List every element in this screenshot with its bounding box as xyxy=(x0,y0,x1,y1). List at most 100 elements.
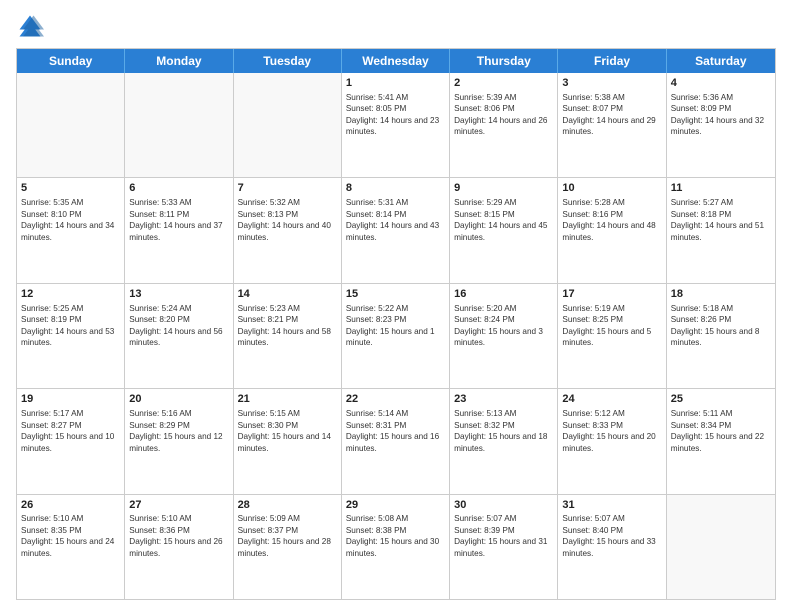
cal-cell-1-3: 8Sunrise: 5:31 AMSunset: 8:14 PMDaylight… xyxy=(342,178,450,282)
cal-cell-4-1: 27Sunrise: 5:10 AMSunset: 8:36 PMDayligh… xyxy=(125,495,233,599)
cal-cell-3-1: 20Sunrise: 5:16 AMSunset: 8:29 PMDayligh… xyxy=(125,389,233,493)
cell-info: Sunrise: 5:18 AMSunset: 8:26 PMDaylight:… xyxy=(671,303,771,349)
day-number: 14 xyxy=(238,287,337,302)
cal-cell-3-4: 23Sunrise: 5:13 AMSunset: 8:32 PMDayligh… xyxy=(450,389,558,493)
day-number: 17 xyxy=(562,287,661,302)
cal-header-saturday: Saturday xyxy=(667,49,775,73)
cell-info: Sunrise: 5:10 AMSunset: 8:36 PMDaylight:… xyxy=(129,513,228,559)
day-number: 5 xyxy=(21,181,120,196)
cal-cell-1-2: 7Sunrise: 5:32 AMSunset: 8:13 PMDaylight… xyxy=(234,178,342,282)
cal-cell-2-4: 16Sunrise: 5:20 AMSunset: 8:24 PMDayligh… xyxy=(450,284,558,388)
cell-info: Sunrise: 5:27 AMSunset: 8:18 PMDaylight:… xyxy=(671,197,771,243)
cell-info: Sunrise: 5:22 AMSunset: 8:23 PMDaylight:… xyxy=(346,303,445,349)
cal-cell-0-0 xyxy=(17,73,125,177)
day-number: 7 xyxy=(238,181,337,196)
cell-info: Sunrise: 5:13 AMSunset: 8:32 PMDaylight:… xyxy=(454,408,553,454)
day-number: 23 xyxy=(454,392,553,407)
cal-cell-0-1 xyxy=(125,73,233,177)
cell-info: Sunrise: 5:41 AMSunset: 8:05 PMDaylight:… xyxy=(346,92,445,138)
cal-header-wednesday: Wednesday xyxy=(342,49,450,73)
logo-icon xyxy=(16,12,44,40)
day-number: 2 xyxy=(454,76,553,91)
cal-cell-0-3: 1Sunrise: 5:41 AMSunset: 8:05 PMDaylight… xyxy=(342,73,450,177)
cal-row-0: 1Sunrise: 5:41 AMSunset: 8:05 PMDaylight… xyxy=(17,73,775,178)
day-number: 29 xyxy=(346,498,445,513)
cell-info: Sunrise: 5:28 AMSunset: 8:16 PMDaylight:… xyxy=(562,197,661,243)
cal-cell-3-2: 21Sunrise: 5:15 AMSunset: 8:30 PMDayligh… xyxy=(234,389,342,493)
day-number: 13 xyxy=(129,287,228,302)
cell-info: Sunrise: 5:36 AMSunset: 8:09 PMDaylight:… xyxy=(671,92,771,138)
calendar-header-row: SundayMondayTuesdayWednesdayThursdayFrid… xyxy=(17,49,775,73)
day-number: 26 xyxy=(21,498,120,513)
cal-cell-1-4: 9Sunrise: 5:29 AMSunset: 8:15 PMDaylight… xyxy=(450,178,558,282)
day-number: 9 xyxy=(454,181,553,196)
cal-cell-0-6: 4Sunrise: 5:36 AMSunset: 8:09 PMDaylight… xyxy=(667,73,775,177)
cell-info: Sunrise: 5:33 AMSunset: 8:11 PMDaylight:… xyxy=(129,197,228,243)
cal-cell-2-0: 12Sunrise: 5:25 AMSunset: 8:19 PMDayligh… xyxy=(17,284,125,388)
cell-info: Sunrise: 5:09 AMSunset: 8:37 PMDaylight:… xyxy=(238,513,337,559)
day-number: 1 xyxy=(346,76,445,91)
day-number: 10 xyxy=(562,181,661,196)
day-number: 28 xyxy=(238,498,337,513)
cell-info: Sunrise: 5:35 AMSunset: 8:10 PMDaylight:… xyxy=(21,197,120,243)
cal-cell-0-2 xyxy=(234,73,342,177)
cal-header-sunday: Sunday xyxy=(17,49,125,73)
day-number: 30 xyxy=(454,498,553,513)
cell-info: Sunrise: 5:17 AMSunset: 8:27 PMDaylight:… xyxy=(21,408,120,454)
day-number: 8 xyxy=(346,181,445,196)
day-number: 22 xyxy=(346,392,445,407)
cell-info: Sunrise: 5:20 AMSunset: 8:24 PMDaylight:… xyxy=(454,303,553,349)
cal-cell-2-3: 15Sunrise: 5:22 AMSunset: 8:23 PMDayligh… xyxy=(342,284,450,388)
cal-header-tuesday: Tuesday xyxy=(234,49,342,73)
cell-info: Sunrise: 5:15 AMSunset: 8:30 PMDaylight:… xyxy=(238,408,337,454)
cell-info: Sunrise: 5:07 AMSunset: 8:40 PMDaylight:… xyxy=(562,513,661,559)
cell-info: Sunrise: 5:24 AMSunset: 8:20 PMDaylight:… xyxy=(129,303,228,349)
cal-row-2: 12Sunrise: 5:25 AMSunset: 8:19 PMDayligh… xyxy=(17,284,775,389)
cal-cell-1-0: 5Sunrise: 5:35 AMSunset: 8:10 PMDaylight… xyxy=(17,178,125,282)
cal-cell-3-3: 22Sunrise: 5:14 AMSunset: 8:31 PMDayligh… xyxy=(342,389,450,493)
page: SundayMondayTuesdayWednesdayThursdayFrid… xyxy=(0,0,792,612)
cell-info: Sunrise: 5:07 AMSunset: 8:39 PMDaylight:… xyxy=(454,513,553,559)
cal-cell-4-5: 31Sunrise: 5:07 AMSunset: 8:40 PMDayligh… xyxy=(558,495,666,599)
day-number: 31 xyxy=(562,498,661,513)
cal-cell-4-4: 30Sunrise: 5:07 AMSunset: 8:39 PMDayligh… xyxy=(450,495,558,599)
day-number: 4 xyxy=(671,76,771,91)
cell-info: Sunrise: 5:25 AMSunset: 8:19 PMDaylight:… xyxy=(21,303,120,349)
day-number: 18 xyxy=(671,287,771,302)
cal-cell-0-5: 3Sunrise: 5:38 AMSunset: 8:07 PMDaylight… xyxy=(558,73,666,177)
cal-row-3: 19Sunrise: 5:17 AMSunset: 8:27 PMDayligh… xyxy=(17,389,775,494)
day-number: 21 xyxy=(238,392,337,407)
day-number: 25 xyxy=(671,392,771,407)
header xyxy=(16,12,776,40)
cell-info: Sunrise: 5:31 AMSunset: 8:14 PMDaylight:… xyxy=(346,197,445,243)
cell-info: Sunrise: 5:10 AMSunset: 8:35 PMDaylight:… xyxy=(21,513,120,559)
cal-cell-2-5: 17Sunrise: 5:19 AMSunset: 8:25 PMDayligh… xyxy=(558,284,666,388)
cal-cell-2-6: 18Sunrise: 5:18 AMSunset: 8:26 PMDayligh… xyxy=(667,284,775,388)
day-number: 11 xyxy=(671,181,771,196)
day-number: 20 xyxy=(129,392,228,407)
cal-row-1: 5Sunrise: 5:35 AMSunset: 8:10 PMDaylight… xyxy=(17,178,775,283)
cell-info: Sunrise: 5:11 AMSunset: 8:34 PMDaylight:… xyxy=(671,408,771,454)
calendar: SundayMondayTuesdayWednesdayThursdayFrid… xyxy=(16,48,776,600)
cal-header-thursday: Thursday xyxy=(450,49,558,73)
day-number: 6 xyxy=(129,181,228,196)
cal-cell-4-6 xyxy=(667,495,775,599)
cal-header-monday: Monday xyxy=(125,49,233,73)
cal-cell-3-0: 19Sunrise: 5:17 AMSunset: 8:27 PMDayligh… xyxy=(17,389,125,493)
cal-cell-3-5: 24Sunrise: 5:12 AMSunset: 8:33 PMDayligh… xyxy=(558,389,666,493)
cal-cell-1-1: 6Sunrise: 5:33 AMSunset: 8:11 PMDaylight… xyxy=(125,178,233,282)
cell-info: Sunrise: 5:38 AMSunset: 8:07 PMDaylight:… xyxy=(562,92,661,138)
cal-cell-1-5: 10Sunrise: 5:28 AMSunset: 8:16 PMDayligh… xyxy=(558,178,666,282)
cell-info: Sunrise: 5:32 AMSunset: 8:13 PMDaylight:… xyxy=(238,197,337,243)
cal-cell-4-0: 26Sunrise: 5:10 AMSunset: 8:35 PMDayligh… xyxy=(17,495,125,599)
day-number: 19 xyxy=(21,392,120,407)
cell-info: Sunrise: 5:08 AMSunset: 8:38 PMDaylight:… xyxy=(346,513,445,559)
day-number: 15 xyxy=(346,287,445,302)
day-number: 27 xyxy=(129,498,228,513)
cal-cell-0-4: 2Sunrise: 5:39 AMSunset: 8:06 PMDaylight… xyxy=(450,73,558,177)
cal-cell-2-2: 14Sunrise: 5:23 AMSunset: 8:21 PMDayligh… xyxy=(234,284,342,388)
day-number: 16 xyxy=(454,287,553,302)
cal-cell-2-1: 13Sunrise: 5:24 AMSunset: 8:20 PMDayligh… xyxy=(125,284,233,388)
cell-info: Sunrise: 5:29 AMSunset: 8:15 PMDaylight:… xyxy=(454,197,553,243)
cal-cell-3-6: 25Sunrise: 5:11 AMSunset: 8:34 PMDayligh… xyxy=(667,389,775,493)
